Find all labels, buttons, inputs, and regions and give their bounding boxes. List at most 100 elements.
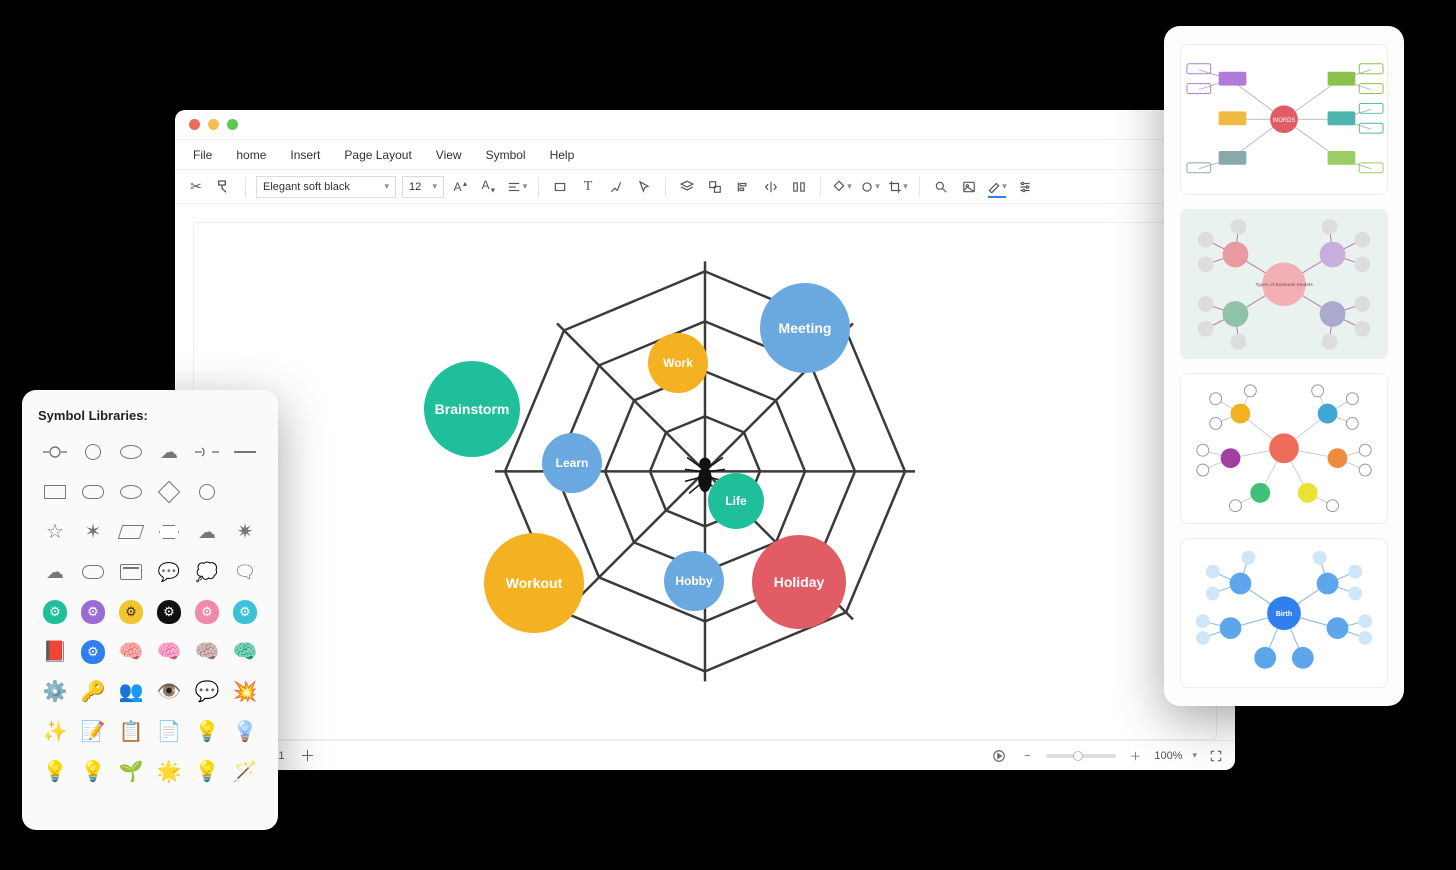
add-page-icon[interactable]: ＋	[298, 747, 316, 765]
node-hobby[interactable]: Hobby	[664, 551, 724, 611]
sym-speech-cloud-icon[interactable]: 💭	[190, 557, 224, 587]
sym-bulb-yellow-icon[interactable]: 💡	[190, 717, 224, 747]
flip-icon[interactable]	[760, 176, 782, 198]
sym-head-yellow-icon[interactable]: ⚙	[114, 597, 148, 627]
sym-brain-red-icon[interactable]: 🧠	[152, 637, 186, 667]
sym-bulb-plant-icon[interactable]: 🌱	[114, 757, 148, 787]
pointer-tool-icon[interactable]	[633, 176, 655, 198]
pen-color-icon[interactable]: ▾	[986, 176, 1008, 198]
cut-icon[interactable]: ✂	[185, 176, 207, 198]
menu-file[interactable]: File	[181, 148, 224, 162]
sym-head-black-icon[interactable]: ⚙	[152, 597, 186, 627]
sym-collision-icon[interactable]: 💥	[228, 677, 262, 707]
sym-parallelogram-icon[interactable]	[114, 517, 148, 547]
font-family-select[interactable]: Elegant soft black ▾	[256, 176, 396, 198]
sym-connector-circle-icon[interactable]	[38, 437, 72, 467]
sym-book-icon[interactable]: 📕	[38, 637, 72, 667]
distribute-icon[interactable]	[788, 176, 810, 198]
sym-gears-icon[interactable]: ⚙️	[38, 677, 72, 707]
sym-spark-icon[interactable]: ✨	[38, 717, 72, 747]
format-painter-icon[interactable]	[213, 176, 235, 198]
menu-page-layout[interactable]: Page Layout	[332, 148, 423, 162]
sym-head-purple-icon[interactable]: ⚙	[76, 597, 110, 627]
template-thumbnail-1[interactable]: WORDS	[1180, 44, 1388, 195]
sym-circle2-icon[interactable]	[190, 477, 224, 507]
rectangle-tool-icon[interactable]	[549, 176, 571, 198]
layers-icon[interactable]	[676, 176, 698, 198]
sym-bulb-small-icon[interactable]: 💡	[38, 757, 72, 787]
menu-view[interactable]: View	[424, 148, 474, 162]
sym-hexagon-icon[interactable]	[152, 517, 186, 547]
template-thumbnail-2[interactable]: Types of Business Models	[1180, 209, 1388, 360]
node-life[interactable]: Life	[708, 473, 764, 529]
decrease-font-icon[interactable]: A▼	[478, 176, 500, 198]
sym-rounded-rect-icon[interactable]	[76, 477, 110, 507]
search-icon[interactable]	[930, 176, 952, 198]
sym-ellipse2-icon[interactable]	[114, 477, 148, 507]
menu-symbol[interactable]: Symbol	[474, 148, 538, 162]
sym-people-icon[interactable]: 👥	[114, 677, 148, 707]
sym-explosion-icon[interactable]: ✷	[228, 517, 262, 547]
increase-font-icon[interactable]: A▲	[450, 176, 472, 198]
close-window-button[interactable]	[189, 119, 200, 130]
node-work[interactable]: Work	[648, 333, 708, 393]
sym-sparkle2-icon[interactable]: 🌟	[152, 757, 186, 787]
sym-burst-icon[interactable]: ✶	[76, 517, 110, 547]
sym-empty-icon[interactable]	[228, 477, 262, 507]
text-align-icon[interactable]: ▾	[506, 176, 528, 198]
sym-head-teal-icon[interactable]: ⚙	[38, 597, 72, 627]
connector-tool-icon[interactable]	[605, 176, 627, 198]
shadow-icon[interactable]: ▾	[859, 176, 881, 198]
menu-home[interactable]: home	[224, 148, 278, 162]
sym-brain-blue-icon[interactable]: 🧠	[228, 637, 262, 667]
sym-note-edit-icon[interactable]: 📄	[152, 717, 186, 747]
zoom-slider[interactable]	[1046, 754, 1116, 758]
sym-wand-icon[interactable]: 🪄	[228, 757, 262, 787]
align-objects-icon[interactable]	[732, 176, 754, 198]
sym-bulb-hand-icon[interactable]: 💡	[190, 757, 224, 787]
presentation-icon[interactable]	[990, 747, 1008, 765]
sym-cloud2-icon[interactable]: ☁	[38, 557, 72, 587]
sym-brain-outline-icon[interactable]: 🧠	[190, 637, 224, 667]
sym-star-icon[interactable]: ☆	[38, 517, 72, 547]
minimize-window-button[interactable]	[208, 119, 219, 130]
sym-brain-pink-icon[interactable]: 🧠	[114, 637, 148, 667]
template-thumbnail-3[interactable]	[1180, 373, 1388, 524]
sym-thought-icon[interactable]: ☁	[190, 517, 224, 547]
node-learn[interactable]: Learn	[542, 433, 602, 493]
zoom-value[interactable]: 100%	[1154, 750, 1182, 762]
node-meeting[interactable]: Meeting	[760, 283, 850, 373]
sym-bulb-gear-icon[interactable]: 💡	[76, 757, 110, 787]
menu-insert[interactable]: Insert	[278, 148, 332, 162]
node-brainstorm[interactable]: Brainstorm	[424, 361, 520, 457]
sym-speech-oval-icon[interactable]: 💬	[152, 557, 186, 587]
sym-speech-rect-icon[interactable]: 🗨	[228, 557, 262, 587]
group-icon[interactable]	[704, 176, 726, 198]
zoom-in-icon[interactable]: ＋	[1126, 747, 1144, 765]
text-tool-icon[interactable]: T	[577, 176, 599, 198]
sym-circle-icon[interactable]	[76, 437, 110, 467]
sym-rectangle-icon[interactable]	[38, 477, 72, 507]
sym-head-pink-icon[interactable]: ⚙	[190, 597, 224, 627]
menu-help[interactable]: Help	[538, 148, 587, 162]
zoom-out-icon[interactable]: −	[1018, 747, 1036, 765]
sym-clipboard-icon[interactable]: 📋	[114, 717, 148, 747]
node-workout[interactable]: Workout	[484, 533, 584, 633]
sym-head-blue-icon[interactable]: ⚙	[76, 637, 110, 667]
canvas-paper[interactable]: Brainstorm Meeting Work Learn Life Hobby…	[193, 222, 1217, 740]
sym-key-icon[interactable]: 🔑	[76, 677, 110, 707]
sym-line-icon[interactable]	[228, 437, 262, 467]
sym-ellipse-icon[interactable]	[114, 437, 148, 467]
sym-chat-question-icon[interactable]: 💬	[190, 677, 224, 707]
fullscreen-icon[interactable]	[1207, 747, 1225, 765]
sym-eye-icon[interactable]: 👁️	[152, 677, 186, 707]
image-icon[interactable]	[958, 176, 980, 198]
sym-bulb-blue-icon[interactable]: 💡	[228, 717, 262, 747]
font-size-select[interactable]: 12 ▾	[402, 176, 444, 198]
sym-card-icon[interactable]	[114, 557, 148, 587]
node-holiday[interactable]: Holiday	[752, 535, 846, 629]
template-thumbnail-4[interactable]: Birth	[1180, 538, 1388, 689]
crop-icon[interactable]: ▾	[887, 176, 909, 198]
sym-memo-icon[interactable]: 📝	[76, 717, 110, 747]
maximize-window-button[interactable]	[227, 119, 238, 130]
